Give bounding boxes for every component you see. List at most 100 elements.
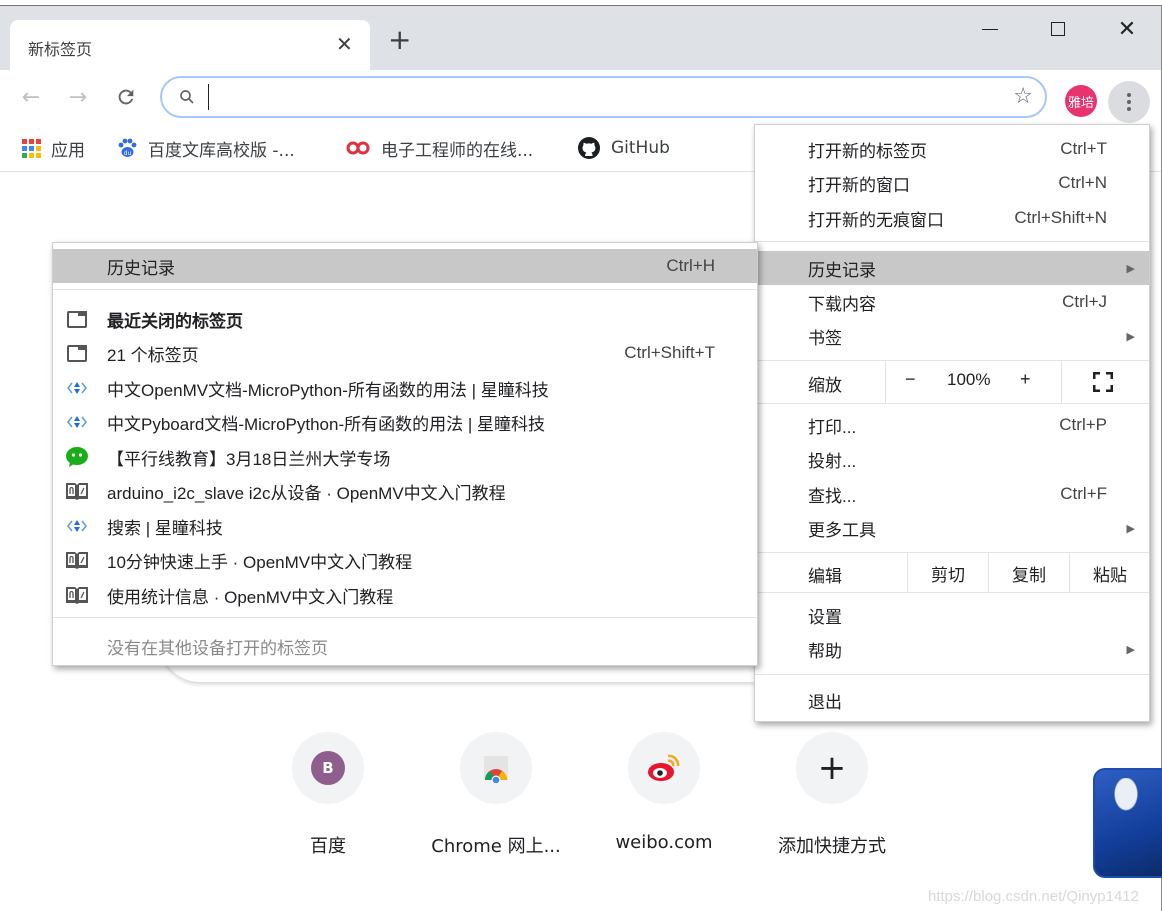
menu-item-label: 打开新的标签页 xyxy=(808,141,927,161)
menu-item-cast[interactable]: 投射... xyxy=(755,442,1149,476)
history-item[interactable]: 10分钟快速上手 · OpenMV中文入门教程 xyxy=(53,543,757,577)
menu-item-new-incognito[interactable]: 打开新的无痕窗口 Ctrl+Shift+N xyxy=(755,201,1149,235)
maximize-button[interactable] xyxy=(1035,14,1081,44)
tab-icon xyxy=(67,344,87,362)
browser-window: 新标签页 ✕ + ✕ ← → ☆ 雅培 应用 du 百度文库高校版 -... 电… xyxy=(0,5,1162,911)
toolbar: ← → ☆ 雅培 xyxy=(0,70,1161,126)
tile-label: weibo.com xyxy=(615,832,713,853)
shortcut-tile[interactable]: weibo.com xyxy=(615,730,728,870)
fullscreen-icon[interactable] xyxy=(1093,372,1113,392)
menu-item-label: 查找... xyxy=(808,486,857,506)
menu-item-label: 更多工具 xyxy=(808,520,876,540)
history-item[interactable]: arduino_i2c_slave i2c从设备 · OpenMV中文入门教程 xyxy=(53,474,757,508)
history-item[interactable]: 中文OpenMV文档-MicroPython-所有函数的用法 | 星瞳科技 xyxy=(53,371,757,405)
menu-item-bookmarks[interactable]: 书签 ▶ xyxy=(755,319,1149,353)
menu-item-help[interactable]: 帮助 ▶ xyxy=(755,632,1149,666)
eeworld-infinity-icon xyxy=(346,141,370,155)
menu-dot-icon xyxy=(1127,107,1131,111)
history-item[interactable]: 【平行线教育】3月18日兰州大学专场 xyxy=(53,440,757,474)
menu-item-history[interactable]: 历史记录 ▶ xyxy=(755,251,1149,285)
bookmark-github[interactable]: GitHub xyxy=(577,135,670,161)
menu-item-shortcut: Ctrl+F xyxy=(1060,484,1107,503)
zoom-level: 100% xyxy=(947,370,991,389)
arrow-left-icon: ← xyxy=(21,84,41,110)
history-submenu: 历史记录 Ctrl+H 最近关闭的标签页 21 个标签页 Ctrl+Shift+… xyxy=(52,242,758,666)
address-input[interactable] xyxy=(208,84,988,110)
history-other-devices: 没有在其他设备打开的标签页 xyxy=(53,629,757,663)
copy-button[interactable]: 复制 xyxy=(988,553,1069,593)
chrome-menu-button[interactable] xyxy=(1108,81,1150,123)
menu-item-shortcut: Ctrl+Shift+N xyxy=(1014,208,1107,227)
apps-grid-icon xyxy=(22,138,41,158)
menu-item-find[interactable]: 查找... Ctrl+F xyxy=(755,477,1149,511)
menu-item-label: 历史记录 xyxy=(107,258,175,278)
back-button[interactable]: ← xyxy=(16,82,46,112)
zoom-in-button[interactable]: + xyxy=(1020,369,1031,390)
menu-item-label: 下载内容 xyxy=(808,294,876,314)
minimize-button[interactable] xyxy=(967,14,1013,44)
menu-item-label: 没有在其他设备打开的标签页 xyxy=(107,638,328,658)
zoom-out-button[interactable]: − xyxy=(905,369,916,390)
menu-item-label: 打开新的无痕窗口 xyxy=(808,210,944,230)
menu-item-label: 中文Pyboard文档-MicroPython-所有函数的用法 | 星瞳科技 xyxy=(107,414,545,434)
menu-item-shortcut: Ctrl+N xyxy=(1058,173,1107,192)
menu-item-label: 最近关闭的标签页 xyxy=(107,311,243,331)
menu-item-label: 历史记录 xyxy=(808,260,876,280)
reload-button[interactable] xyxy=(111,82,141,112)
svg-text:du: du xyxy=(124,150,132,157)
minimize-icon xyxy=(982,28,998,30)
shortcut-tiles: B 百度 Chrome 网上... weibo.com + 添加快捷方式 xyxy=(280,730,920,870)
bookmark-label: 应用 xyxy=(51,140,85,161)
bookmark-baidu-wenku[interactable]: du 百度文库高校版 -... xyxy=(116,135,295,161)
bookmark-apps[interactable]: 应用 xyxy=(22,135,85,161)
close-icon: ✕ xyxy=(1117,16,1137,42)
paste-button[interactable]: 粘贴 xyxy=(1069,553,1150,593)
menu-item-label: 投射... xyxy=(808,451,857,471)
menu-item-label: 10分钟快速上手 · OpenMV中文入门教程 xyxy=(107,552,413,572)
bookmark-star-icon[interactable]: ☆ xyxy=(1013,84,1033,109)
bookmark-label: GitHub xyxy=(611,138,670,158)
menu-item-downloads[interactable]: 下载内容 Ctrl+J xyxy=(755,285,1149,319)
book-icon xyxy=(66,552,88,569)
background-dove-image xyxy=(1093,768,1162,878)
shortcut-tile[interactable]: Chrome 网上... xyxy=(431,730,561,870)
weibo-icon xyxy=(648,754,680,781)
tab-new-tab[interactable]: 新标签页 ✕ xyxy=(10,20,370,70)
window-close-button[interactable]: ✕ xyxy=(1104,14,1150,44)
history-menu-item-history[interactable]: 历史记录 Ctrl+H xyxy=(53,249,757,283)
zoom-divider xyxy=(885,361,886,403)
menu-item-settings[interactable]: 设置 xyxy=(755,598,1149,632)
bookmark-eeworld[interactable]: 电子工程师的在线... xyxy=(345,135,533,161)
omnibox[interactable]: ☆ xyxy=(160,76,1047,118)
menu-item-exit[interactable]: 退出 xyxy=(755,683,1149,717)
zoom-label: 缩放 xyxy=(808,376,842,395)
close-icon[interactable]: ✕ xyxy=(336,32,353,56)
history-item[interactable]: 中文Pyboard文档-MicroPython-所有函数的用法 | 星瞳科技 xyxy=(53,405,757,439)
tile-label: 添加快捷方式 xyxy=(778,836,886,857)
history-item-restore-tabs[interactable]: 21 个标签页 Ctrl+Shift+T xyxy=(53,336,757,370)
menu-item-new-tab[interactable]: 打开新的标签页 Ctrl+T xyxy=(755,132,1149,166)
menu-divider xyxy=(53,289,757,290)
menu-item-label: 使用统计信息 · OpenMV中文入门教程 xyxy=(107,587,394,607)
menu-item-new-window[interactable]: 打开新的窗口 Ctrl+N xyxy=(755,166,1149,200)
add-shortcut-tile[interactable]: + 添加快捷方式 xyxy=(778,730,896,870)
menu-item-more-tools[interactable]: 更多工具 ▶ xyxy=(755,511,1149,545)
history-item[interactable]: 使用统计信息 · OpenMV中文入门教程 xyxy=(53,578,757,612)
singtown-icon xyxy=(67,416,87,428)
menu-item-print[interactable]: 打印... Ctrl+P xyxy=(755,408,1149,442)
history-item[interactable]: 搜索 | 星瞳科技 xyxy=(53,509,757,543)
tile-label: 百度 xyxy=(310,836,346,857)
menu-dot-icon xyxy=(1127,100,1131,104)
bookmark-label: 百度文库高校版 -... xyxy=(148,140,295,161)
shortcut-tile[interactable]: B 百度 xyxy=(280,730,392,870)
menu-item-shortcut: Ctrl+J xyxy=(1062,292,1107,311)
chrome-webstore-icon xyxy=(484,756,508,783)
cut-button[interactable]: 剪切 xyxy=(907,553,988,593)
menu-item-label: 【平行线教育】3月18日兰州大学专场 xyxy=(107,449,391,469)
menu-item-label: 书签 xyxy=(808,328,842,348)
new-tab-button[interactable]: + xyxy=(388,26,411,54)
submenu-arrow-icon: ▶ xyxy=(1126,330,1135,343)
profile-avatar[interactable]: 雅培 xyxy=(1065,85,1097,117)
forward-button[interactable]: → xyxy=(63,82,93,112)
menu-item-label: 退出 xyxy=(808,692,842,712)
